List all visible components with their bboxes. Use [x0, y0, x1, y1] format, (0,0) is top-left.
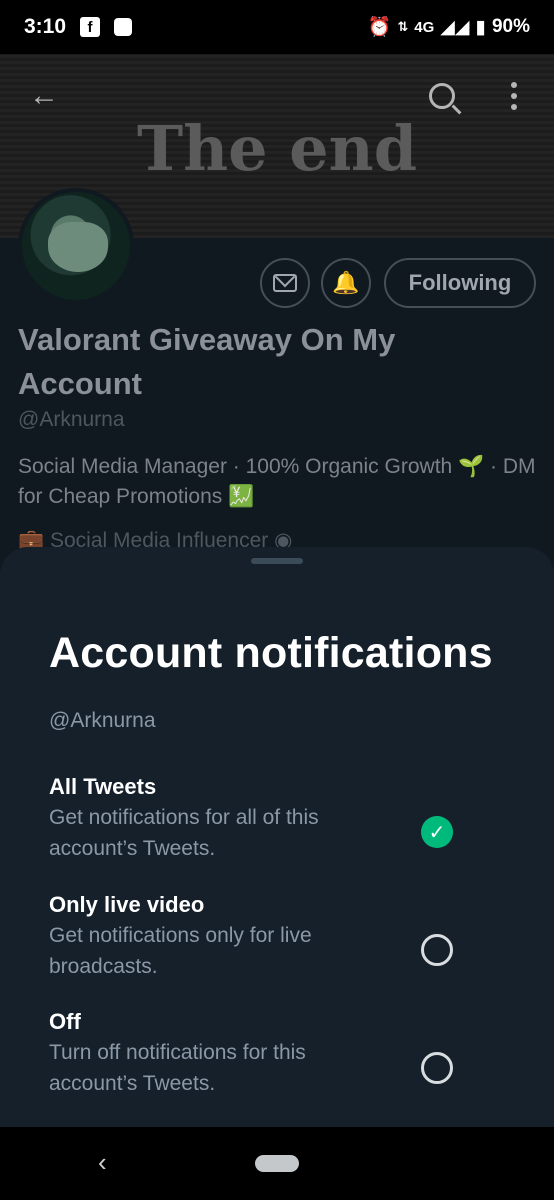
bell-check-icon: 🔔	[332, 270, 360, 295]
following-button[interactable]: Following	[384, 258, 536, 308]
data-arrows-icon: ⇅	[397, 19, 409, 34]
sheet-handle: @Arknurna	[49, 709, 156, 732]
alarm-icon: ⏰	[367, 17, 392, 38]
banner-text: The end	[136, 112, 418, 185]
sheet-title: Account notifications	[49, 629, 493, 677]
mail-icon	[273, 274, 297, 292]
network-label: 4G	[414, 18, 435, 36]
message-button[interactable]	[260, 258, 310, 308]
option-all-tweets[interactable]: All Tweets Get notifications for all of …	[49, 772, 529, 864]
option-title: All Tweets	[49, 774, 157, 799]
profile-handle: @Arknurna	[18, 408, 125, 431]
arrow-left-icon: ←	[29, 79, 59, 112]
system-nav-bar: ‹	[0, 1127, 554, 1200]
back-button[interactable]: ←	[24, 76, 64, 116]
nav-back-icon[interactable]: ‹	[98, 1147, 107, 1178]
status-time: 3:10	[24, 15, 67, 38]
option-title: Off	[49, 1009, 81, 1034]
option-description: Get notifications only for live broadcas…	[49, 924, 312, 978]
status-bar: 3:10 f ⏰ ⇅ 4G ◢◢ ▮ 90%	[0, 0, 554, 54]
radio-only-live-video[interactable]	[421, 934, 453, 966]
notifications-button[interactable]: 🔔	[321, 258, 371, 308]
battery-icon: ▮	[475, 16, 486, 38]
profile-bio: Social Media Manager · 100% Organic Grow…	[18, 455, 536, 508]
avatar[interactable]	[18, 188, 134, 304]
more-vertical-icon	[511, 82, 517, 110]
app-square-icon	[114, 18, 133, 36]
radio-all-tweets[interactable]: ✓	[421, 816, 453, 848]
notifications-sheet: Account notifications @Arknurna All Twee…	[0, 547, 554, 1127]
more-options-button[interactable]	[494, 76, 534, 116]
checkmark-icon: ✓	[428, 821, 446, 844]
option-description: Turn off notifications for this account’…	[49, 1041, 306, 1095]
option-title: Only live video	[49, 892, 205, 917]
profile-display-name: Valorant Giveaway On My Account	[18, 322, 396, 401]
option-off[interactable]: Off Turn off notifications for this acco…	[49, 1007, 529, 1099]
radio-off[interactable]	[421, 1052, 453, 1084]
battery-level: 90%	[491, 16, 530, 37]
nav-home-pill[interactable]	[255, 1155, 299, 1172]
sheet-grabber[interactable]	[251, 558, 303, 564]
option-description: Get notifications for all of this accoun…	[49, 806, 319, 860]
facebook-icon: f	[80, 17, 101, 37]
option-only-live-video[interactable]: Only live video Get notifications only f…	[49, 890, 529, 982]
search-icon	[429, 83, 455, 109]
search-button[interactable]	[422, 76, 462, 116]
signal-icon: ◢◢	[440, 16, 470, 38]
